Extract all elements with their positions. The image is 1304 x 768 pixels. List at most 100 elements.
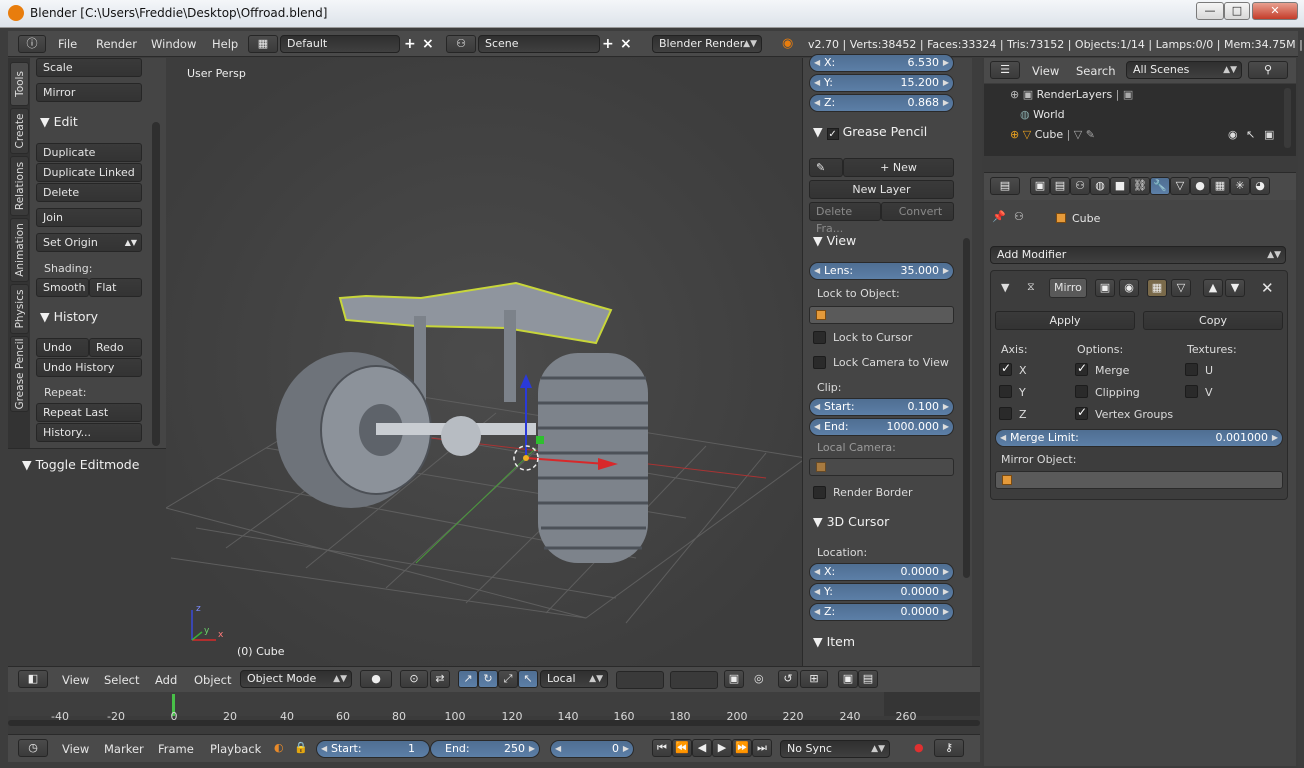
copy-button[interactable]: Copy <box>1143 311 1283 330</box>
layer-buttons-right[interactable] <box>670 671 718 689</box>
cursor-x-field[interactable]: ◀ X: 0.0000 ▶ <box>809 563 954 581</box>
history-panel-header[interactable]: ▼ History <box>40 309 98 324</box>
delete-frame-button[interactable]: Delete Fra... <box>809 202 881 235</box>
particles-tab-icon[interactable]: ✳ <box>1230 177 1250 195</box>
timeline-editor-icon[interactable]: ◷ <box>18 739 48 757</box>
close-window-button[interactable]: ✕ <box>1252 2 1298 20</box>
lock-to-cursor-checkbox[interactable] <box>813 331 826 344</box>
properties-editor-icon[interactable]: ▤ <box>990 177 1020 195</box>
data-tab-icon[interactable]: ▽ <box>1170 177 1190 195</box>
end-frame-field[interactable]: End: 250 ▶ <box>430 740 540 758</box>
clip-end-field[interactable]: ◀ End: 1000.000 ▶ <box>809 418 954 436</box>
convert-button[interactable]: Convert <box>881 202 954 221</box>
3d-viewport[interactable]: User Persp z y x (0) Cube <box>166 58 802 666</box>
texture-u-checkbox[interactable] <box>1185 363 1198 376</box>
material-tab-icon[interactable]: ● <box>1190 177 1210 195</box>
duplicate-linked-button[interactable]: Duplicate Linked <box>36 163 142 182</box>
visibility-eye-icon[interactable]: ◉ <box>1228 128 1238 141</box>
remove-layout-icon[interactable]: × <box>422 36 434 52</box>
scene-icon[interactable]: ⚇ <box>446 35 476 53</box>
y-arrow[interactable] <box>536 436 544 444</box>
physics-tab-icon[interactable]: ◕ <box>1250 177 1270 195</box>
clip-start-field[interactable]: ◀ Start: 0.100 ▶ <box>809 398 954 416</box>
lock-object-field[interactable] <box>809 306 954 324</box>
scale-button[interactable]: Scale <box>36 58 142 77</box>
new-grease-button[interactable]: + New <box>843 158 954 177</box>
move-up-icon[interactable]: ▲ <box>1203 279 1223 297</box>
object-menu[interactable]: Object <box>194 673 231 687</box>
repeat-last-button[interactable]: Repeat Last <box>36 403 142 422</box>
undo-history-button[interactable]: Undo History <box>36 358 142 377</box>
vertex-groups-checkbox[interactable] <box>1075 405 1088 420</box>
layer-lock-icon[interactable]: ▣ <box>724 670 744 688</box>
info-editor-type-icon[interactable]: ⓘ <box>18 35 46 53</box>
outliner-scrollbar[interactable] <box>1284 88 1291 148</box>
timeline-scrollbar[interactable] <box>8 720 980 726</box>
merge-limit-field[interactable]: ◀ Merge Limit: 0.001000 ▶ <box>995 429 1283 447</box>
timeline-area[interactable] <box>8 692 980 716</box>
cursor-y-field[interactable]: ◀ Y: 0.0000 ▶ <box>809 583 954 601</box>
axis-x-checkbox[interactable] <box>999 361 1012 376</box>
flat-button[interactable]: Flat <box>89 278 142 297</box>
tool-shelf-scrollbar[interactable] <box>152 122 160 446</box>
opengl-anim-icon[interactable]: ▤ <box>858 670 878 688</box>
minimize-button[interactable]: — <box>1196 2 1224 20</box>
outliner-search-icon[interactable]: ⚲ <box>1248 61 1288 79</box>
transform-orientation-icon[interactable]: ↖ <box>518 670 538 688</box>
tab-relations[interactable]: Relations <box>10 156 29 216</box>
mirror-button[interactable]: Mirror <box>36 83 142 102</box>
frame-menu[interactable]: Frame <box>158 742 194 756</box>
select-arrow-icon[interactable]: ↖ <box>1246 128 1255 141</box>
sync-mode-dropdown[interactable]: No Sync ▲▼ <box>780 740 890 758</box>
local-camera-field[interactable] <box>809 458 954 476</box>
jump-end-icon[interactable]: ⏭ <box>752 739 772 757</box>
render-border-checkbox[interactable] <box>813 486 826 499</box>
modifier-name-field[interactable]: Mirro <box>1049 278 1087 298</box>
menu-file[interactable]: File <box>58 37 77 51</box>
render-camera-icon[interactable]: ▣ <box>1264 128 1274 141</box>
play-reverse-icon[interactable]: ◀ <box>692 739 712 757</box>
screen-layout-dropdown[interactable]: Default <box>280 35 400 53</box>
tab-create[interactable]: Create <box>10 108 29 154</box>
apply-button[interactable]: Apply <box>995 311 1135 330</box>
cursor-z-field[interactable]: ◀ Z: 0.0000 ▶ <box>809 603 954 621</box>
pivot-point-icon[interactable]: ⊙ <box>400 670 428 688</box>
modifier-render-icon[interactable]: ▣ <box>1095 279 1115 297</box>
world-tab-icon[interactable]: ◍ <box>1090 177 1110 195</box>
tab-tools[interactable]: Tools <box>10 62 29 106</box>
start-frame-field[interactable]: ◀ Start: 1 <box>316 740 430 758</box>
outliner-row-cube[interactable]: ⊕ ▽ Cube | ▽ ✎ <box>1010 128 1095 141</box>
auto-keying-record-icon[interactable]: ● <box>914 741 924 754</box>
add-scene-icon[interactable]: + <box>602 36 614 52</box>
set-origin-dropdown[interactable]: Set Origin ▲▼ <box>36 233 142 252</box>
tab-animation[interactable]: Animation <box>10 218 29 282</box>
outliner-row-renderlayers[interactable]: ⊕ ▣ RenderLayers | ▣ <box>1010 88 1133 101</box>
item-panel-header[interactable]: ▼ Item <box>813 634 855 649</box>
current-frame-field[interactable]: ◀ 0 ▶ <box>550 740 634 758</box>
jump-keyframe-back-icon[interactable]: ⏪ <box>672 739 692 757</box>
timeline[interactable]: -40 -20 0 20 40 60 80 100 120 140 160 18… <box>8 692 980 734</box>
view-panel-header[interactable]: ▼ View <box>813 233 856 248</box>
pin-icon[interactable]: 📌 <box>992 210 1006 223</box>
outliner-view-menu[interactable]: View <box>1032 64 1059 78</box>
smooth-button[interactable]: Smooth <box>36 278 89 297</box>
scene-dropdown[interactable]: Scene <box>478 35 600 53</box>
texture-v-checkbox[interactable] <box>1185 385 1198 398</box>
select-menu[interactable]: Select <box>104 673 139 687</box>
modifiers-tab-icon[interactable]: 🔧 <box>1150 177 1170 195</box>
snap-element-icon[interactable]: ⊞ <box>800 670 828 688</box>
add-layout-icon[interactable]: + <box>404 36 416 52</box>
grease-pencil-panel-header[interactable]: ▼ ✓ Grease Pencil <box>813 124 927 140</box>
orientation-dropdown[interactable]: Local ▲▼ <box>540 670 608 688</box>
play-icon[interactable]: ▶ <box>712 739 732 757</box>
screen-layout-icon[interactable]: ▦ <box>248 35 278 53</box>
scale-manipulator-icon[interactable]: ⤢ <box>498 670 518 688</box>
duplicate-button[interactable]: Duplicate <box>36 143 142 162</box>
opengl-render-icon[interactable]: ▣ <box>838 670 858 688</box>
undo-button[interactable]: Undo <box>36 338 89 357</box>
record-keyframe-icon[interactable]: ◐ <box>274 741 284 754</box>
layer-buttons-left[interactable] <box>616 671 664 689</box>
layers-tab-icon[interactable]: ▤ <box>1050 177 1070 195</box>
menu-help[interactable]: Help <box>212 37 238 51</box>
snap-toggle-icon[interactable]: ↺ <box>778 670 798 688</box>
